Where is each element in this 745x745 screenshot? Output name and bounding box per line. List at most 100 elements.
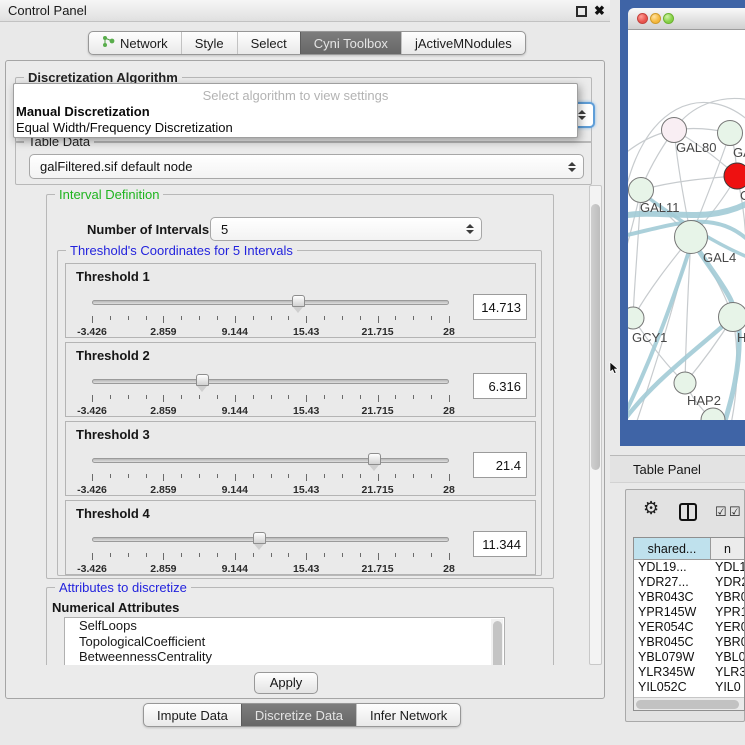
cell-shared-name[interactable]: YBR045C <box>634 635 711 650</box>
slider-thumb[interactable] <box>292 295 305 307</box>
cell-name[interactable]: YDR2 <box>711 575 744 590</box>
cell-name[interactable]: YIL0 <box>711 680 744 695</box>
slider-thumb[interactable] <box>196 374 209 386</box>
tab-discretize-data-label: Discretize Data <box>255 708 343 723</box>
scale-label: 9.144 <box>222 326 248 338</box>
close-traffic-light[interactable] <box>637 13 648 24</box>
apply-button[interactable]: Apply <box>254 672 318 694</box>
threshold-2-value-field[interactable] <box>473 373 527 399</box>
table-row[interactable]: YBR045CYBR0 <box>634 635 744 650</box>
list-item[interactable]: SelfLoops <box>65 618 504 634</box>
slider-track[interactable] <box>92 379 449 384</box>
scrollbar-thumb[interactable] <box>591 204 600 470</box>
scrollbar-thumb[interactable] <box>636 700 739 709</box>
tab-infer-network[interactable]: Infer Network <box>356 704 460 726</box>
cell-shared-name[interactable]: YBR043C <box>634 590 711 605</box>
network-tab-icon <box>102 35 115 51</box>
list-item[interactable]: BetweennessCentrality <box>65 649 504 665</box>
network-node-hap2[interactable] <box>674 372 696 394</box>
gear-icon[interactable]: ⚙ <box>643 498 659 519</box>
cell-name[interactable]: YBR0 <box>711 635 744 650</box>
tab-style[interactable]: Style <box>181 32 237 54</box>
split-columns-icon[interactable] <box>679 503 697 521</box>
checked-box-icon[interactable]: ☑ <box>729 504 741 520</box>
slider-track[interactable] <box>92 537 449 542</box>
checked-box-icon[interactable]: ☑ <box>715 504 727 520</box>
slider-thumb[interactable] <box>368 453 381 465</box>
cyni-bottom-tabs: Impute Data Discretize Data Infer Networ… <box>143 703 461 727</box>
column-header-shared-name[interactable]: shared... <box>634 538 711 560</box>
algorithm-option-manual-discretization[interactable]: Manual Discretization <box>14 104 577 120</box>
network-node-ga[interactable] <box>718 121 743 146</box>
tab-discretize-data[interactable]: Discretize Data <box>241 704 356 726</box>
threshold-3-slider[interactable]: -3.4262.8599.14415.4321.71528 <box>92 452 449 497</box>
zoom-traffic-light[interactable] <box>663 13 674 24</box>
table-data-combobox-value: galFiltered.sif default node <box>40 155 192 178</box>
column-header-name[interactable]: n <box>711 538 744 560</box>
table-row[interactable]: YLR345WYLR3 <box>634 665 744 680</box>
tab-jactivemnodules[interactable]: jActiveMNodules <box>401 32 525 54</box>
cell-shared-name[interactable]: YBL079W <box>634 650 711 665</box>
cell-shared-name[interactable]: YPR145W <box>634 605 711 620</box>
network-node[interactable] <box>701 408 725 420</box>
threshold-4-value-field[interactable] <box>473 531 527 557</box>
table-row[interactable]: YPR145WYPR1 <box>634 605 744 620</box>
network-node-gal4[interactable] <box>675 221 708 254</box>
table-data-combobox[interactable]: galFiltered.sif default node <box>29 154 584 179</box>
network-node-gal11[interactable] <box>629 178 654 203</box>
threshold-4-slider[interactable]: -3.4262.8599.14415.4321.71528 <box>92 531 449 576</box>
tab-select[interactable]: Select <box>237 32 300 54</box>
cell-name[interactable]: YER0 <box>711 620 744 635</box>
tab-impute-data[interactable]: Impute Data <box>144 704 241 726</box>
tick-mark <box>253 553 254 557</box>
slider-thumb[interactable] <box>253 532 266 544</box>
network-node-c[interactable] <box>724 163 745 189</box>
tab-select-label: Select <box>251 36 287 51</box>
threshold-3-label: Threshold 3 <box>76 427 150 442</box>
cell-name[interactable]: YBL0 <box>711 650 744 665</box>
node-table: shared... n YDL19...YDL1YDR27...YDR2YBR0… <box>633 537 745 711</box>
threshold-2-slider[interactable]: -3.4262.8599.14415.4321.71528 <box>92 373 449 418</box>
cell-shared-name[interactable]: YIL052C <box>634 680 711 695</box>
cell-shared-name[interactable]: YDL19... <box>634 560 711 575</box>
tick-mark <box>395 553 396 557</box>
slider-track[interactable] <box>92 300 449 305</box>
table-row[interactable]: YDR27...YDR2 <box>634 575 744 590</box>
attributes-list-scrollbar[interactable] <box>491 619 503 665</box>
cell-name[interactable]: YBR0 <box>711 590 744 605</box>
scrollbar-thumb[interactable] <box>493 621 502 665</box>
network-node-h[interactable] <box>719 303 745 332</box>
table-row[interactable]: YER054CYER0 <box>634 620 744 635</box>
float-window-icon[interactable] <box>576 6 587 17</box>
network-canvas[interactable]: GAL80GACGAL11GAL4GCY1HHAP2 <box>628 30 745 420</box>
numerical-attributes-list[interactable]: SelfLoopsTopologicalCoefficientBetweenne… <box>64 617 505 665</box>
tick-mark <box>217 553 218 557</box>
node-label: C <box>740 188 745 203</box>
table-row[interactable]: YBR043CYBR0 <box>634 590 744 605</box>
algorithm-option-equal-width-frequency[interactable]: Equal Width/Frequency Discretization <box>14 120 577 136</box>
settings-vertical-scrollbar[interactable] <box>589 185 602 665</box>
cell-name[interactable]: YPR1 <box>711 605 744 620</box>
table-row[interactable]: YDL19...YDL1 <box>634 560 744 575</box>
list-item[interactable]: TopologicalCoefficient <box>65 634 504 650</box>
cell-name[interactable]: YLR3 <box>711 665 744 680</box>
cell-shared-name[interactable]: YLR345W <box>634 665 711 680</box>
tick-mark <box>110 474 111 478</box>
cell-name[interactable]: YDL1 <box>711 560 744 575</box>
threshold-1-slider[interactable]: -3.4262.8599.14415.4321.71528 <box>92 294 449 339</box>
slider-track[interactable] <box>92 458 449 463</box>
threshold-1-value-field[interactable] <box>473 294 527 320</box>
cell-shared-name[interactable]: YDR27... <box>634 575 711 590</box>
network-node-gcy1[interactable] <box>628 307 644 329</box>
cell-shared-name[interactable]: YER054C <box>634 620 711 635</box>
close-icon[interactable]: ✖ <box>594 2 605 20</box>
tab-cyni-toolbox[interactable]: Cyni Toolbox <box>300 32 401 54</box>
threshold-3-value-field[interactable] <box>473 452 527 478</box>
table-row[interactable]: YBL079WYBL0 <box>634 650 744 665</box>
network-node-gal80[interactable] <box>662 118 687 143</box>
minimize-traffic-light[interactable] <box>650 13 661 24</box>
table-row[interactable]: YIL052CYIL0 <box>634 680 744 695</box>
table-horizontal-scrollbar[interactable] <box>634 697 744 710</box>
tab-network[interactable]: Network <box>89 32 181 54</box>
number-of-intervals-combobox[interactable]: 5 <box>210 217 482 241</box>
